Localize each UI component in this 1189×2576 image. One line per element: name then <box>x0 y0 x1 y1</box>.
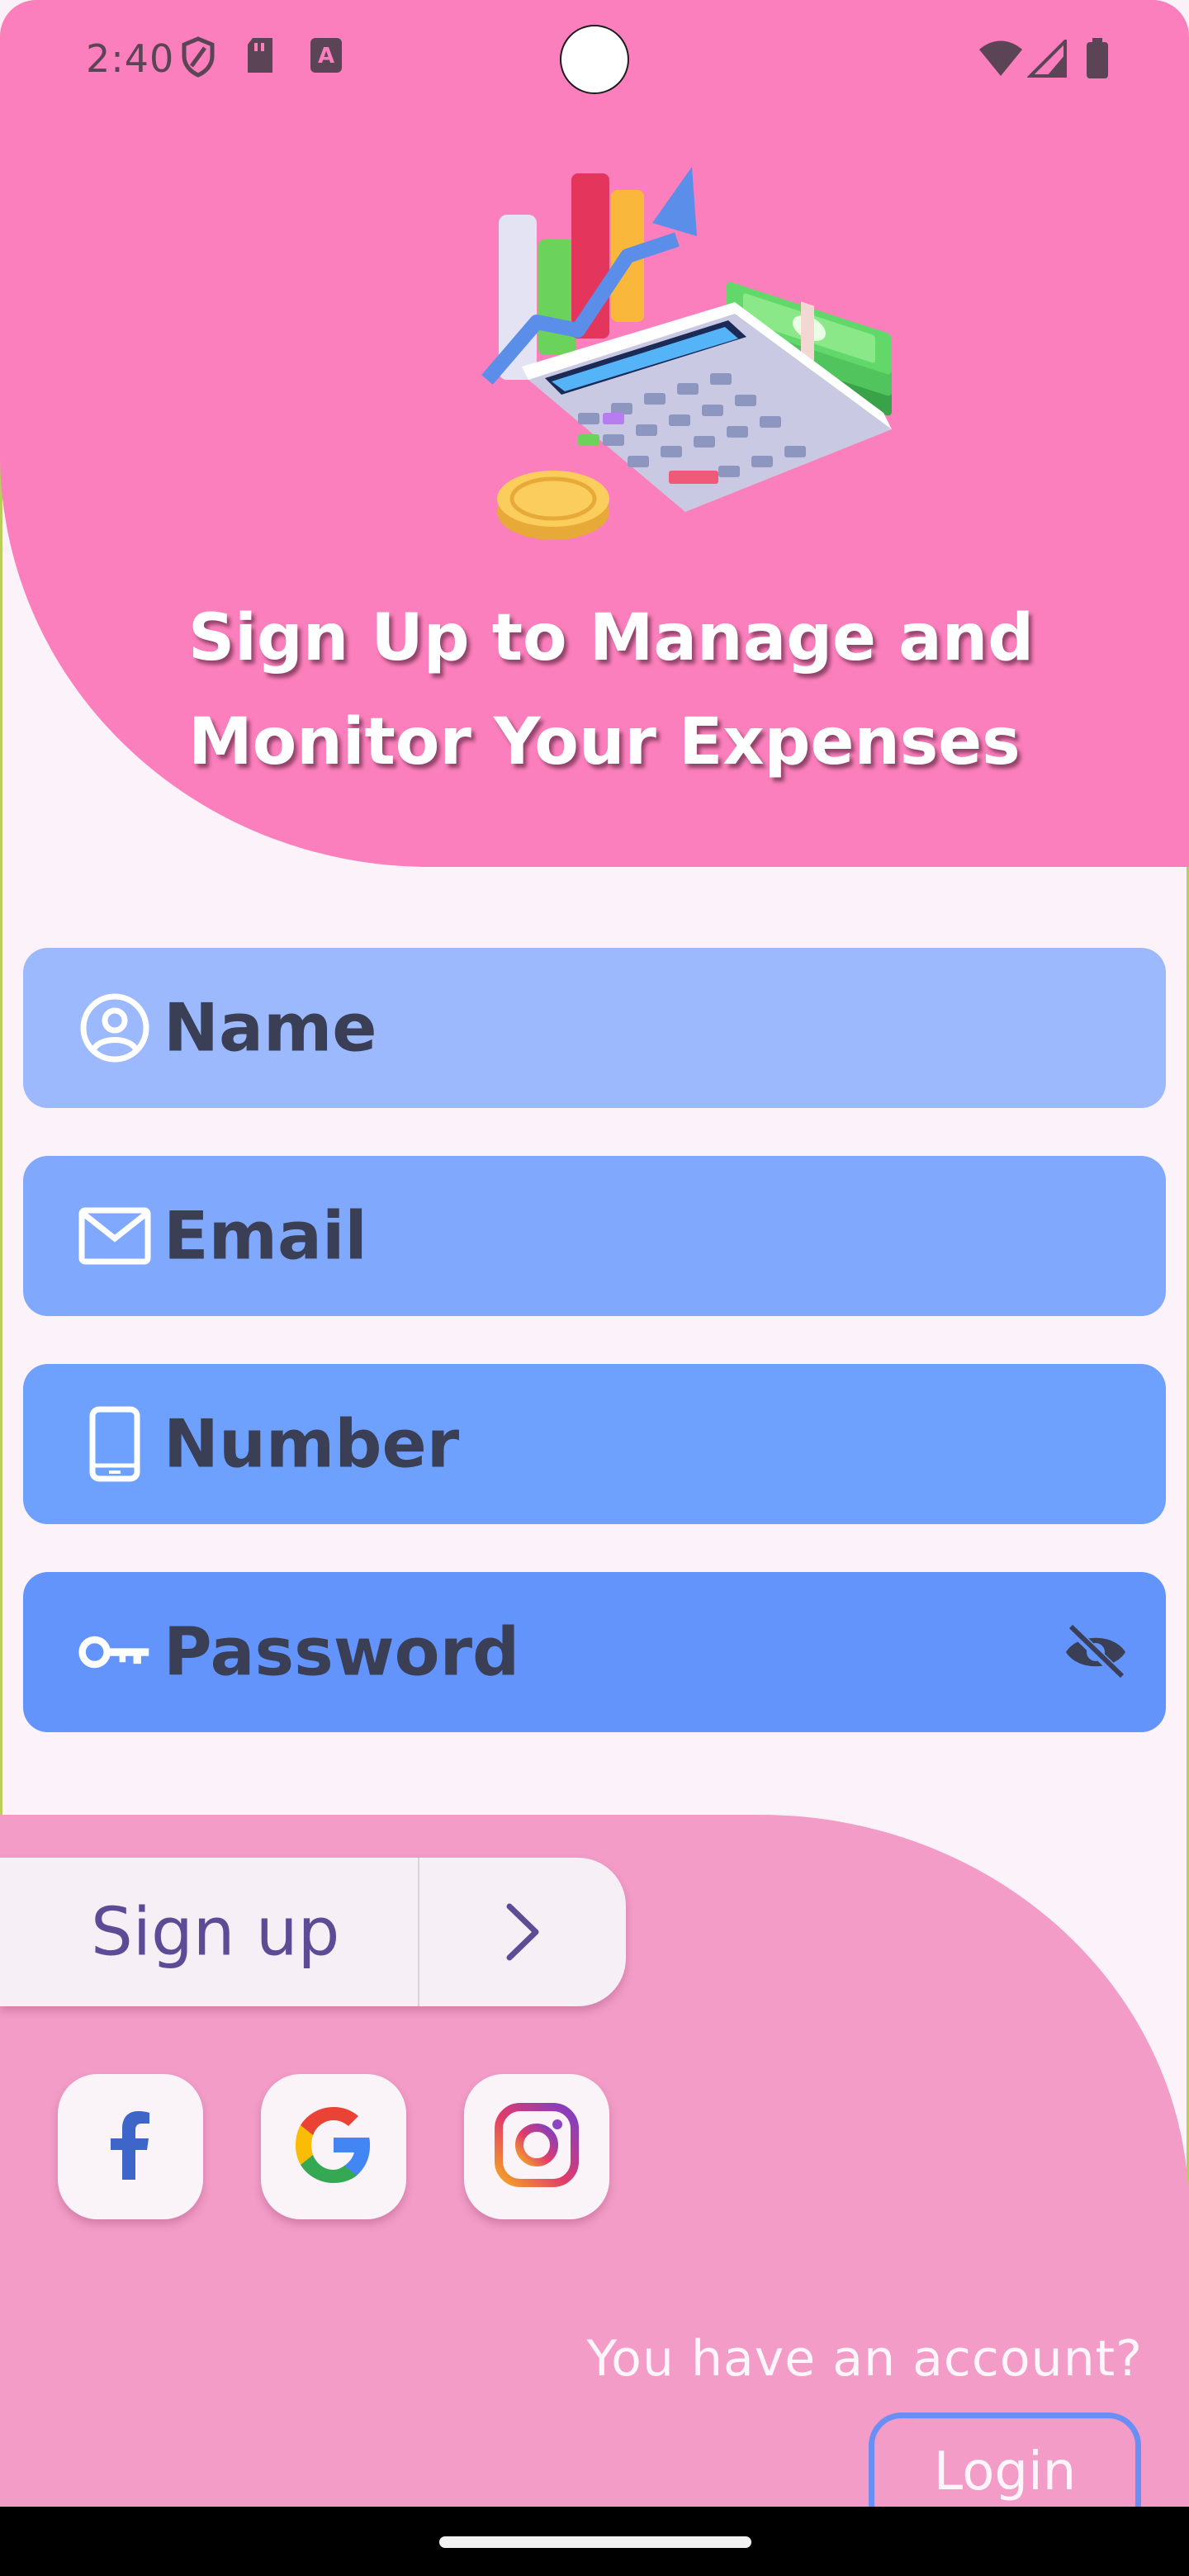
google-icon <box>291 2102 377 2191</box>
account-circle-icon <box>78 991 152 1065</box>
finance-calculator-illustration <box>462 157 908 561</box>
password-field[interactable]: Password <box>23 1572 1166 1732</box>
navigation-bar <box>0 2507 1189 2576</box>
password-placeholder: Password <box>163 1613 520 1691</box>
instagram-button[interactable] <box>464 2074 609 2219</box>
phone-icon <box>78 1406 152 1482</box>
facebook-button[interactable] <box>58 2074 203 2219</box>
have-account-text: You have an account? <box>586 2330 1143 2388</box>
signal-icon <box>1026 37 1067 81</box>
mail-icon <box>78 1199 152 1273</box>
page-title: Sign Up to Manage and Monitor Your Expen… <box>188 601 1035 779</box>
signup-screen: 2:40 A Sign Up to Manage and Monitor You… <box>0 0 1189 2576</box>
shield-icon <box>180 36 216 81</box>
email-field[interactable]: Email <box>23 1156 1166 1316</box>
signup-label: Sign up <box>91 1893 340 1971</box>
instagram-icon <box>494 2102 580 2191</box>
chevron-right-icon <box>419 1858 626 2006</box>
name-placeholder: Name <box>163 989 377 1067</box>
number-field[interactable]: Number <box>23 1364 1166 1524</box>
key-icon <box>78 1615 152 1689</box>
signup-button[interactable]: Sign up <box>0 1858 626 2006</box>
email-placeholder: Email <box>163 1197 367 1275</box>
facebook-icon <box>106 2110 155 2183</box>
svg-text:A: A <box>318 44 334 69</box>
status-bar: 2:40 A <box>0 0 1189 116</box>
google-button[interactable] <box>261 2074 406 2219</box>
wifi-icon <box>978 40 1024 81</box>
name-field[interactable]: Name <box>23 948 1166 1108</box>
visibility-off-icon[interactable] <box>1059 1615 1133 1689</box>
battery-icon <box>1085 38 1110 83</box>
keyboard-a-icon: A <box>309 36 343 78</box>
number-placeholder: Number <box>163 1405 460 1483</box>
sim-card-icon <box>244 36 276 79</box>
status-time: 2:40 <box>86 36 175 81</box>
home-gesture-handle[interactable] <box>439 2536 751 2548</box>
camera-cutout <box>560 25 629 94</box>
